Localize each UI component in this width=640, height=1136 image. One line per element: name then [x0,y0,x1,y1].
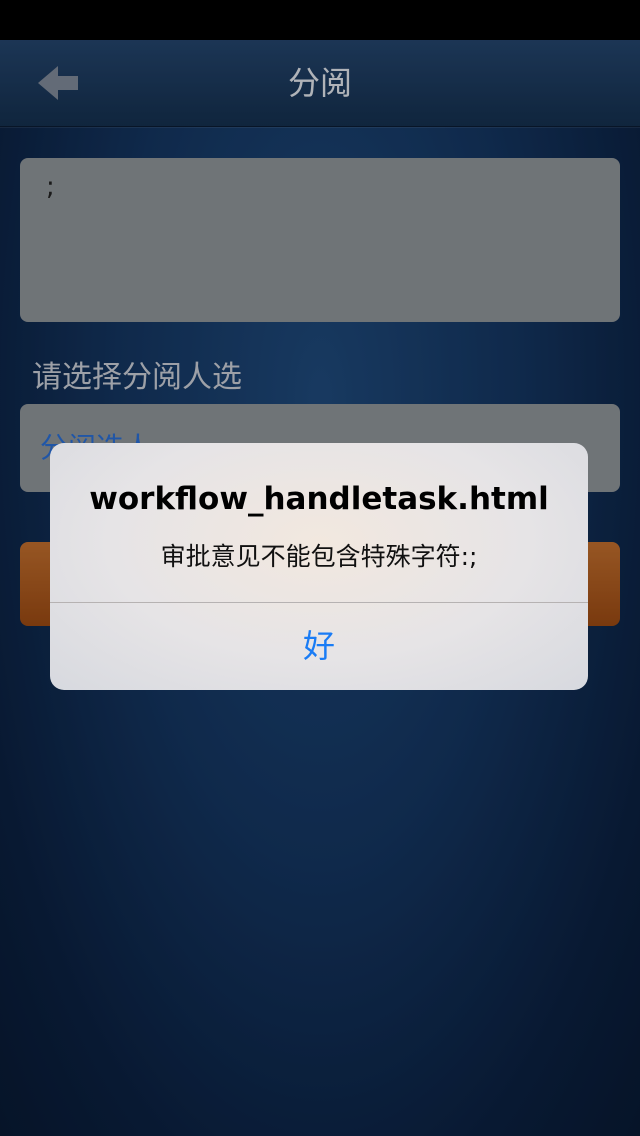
alert-ok-button[interactable]: 好 [50,603,588,690]
alert-title: workflow_handletask.html [89,481,549,517]
status-bar [0,0,640,40]
alert-dialog: workflow_handletask.html 审批意见不能包含特殊字符:; … [50,443,588,690]
alert-message: 审批意见不能包含特殊字符:; [160,542,478,571]
